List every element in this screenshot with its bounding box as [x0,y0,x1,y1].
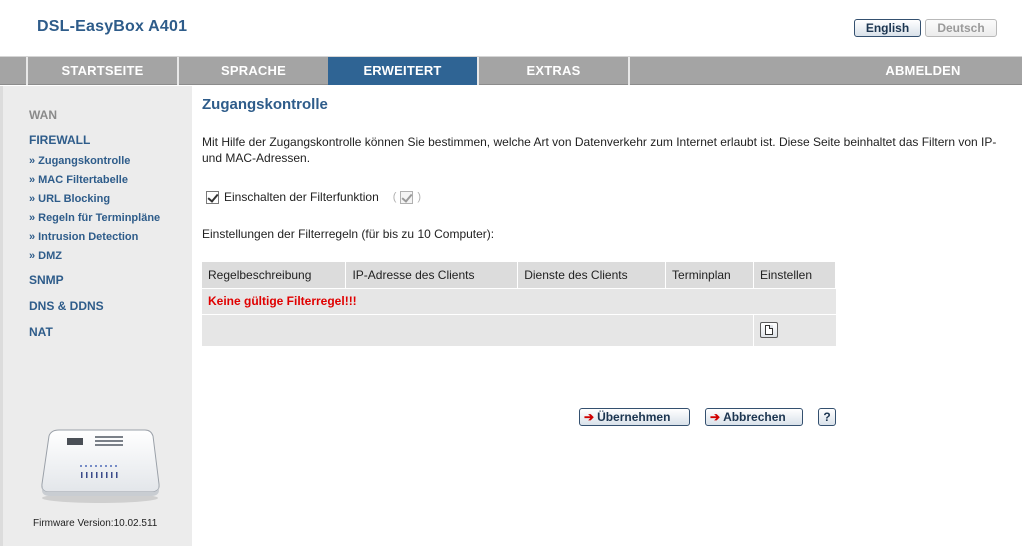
sidebar-subitem-dmz[interactable]: » DMZ [29,250,62,262]
bullet-icon: » [29,231,36,243]
sidebar-subitem-url-blocking[interactable]: » URL Blocking [29,193,110,205]
sidebar-subitem-mac-filtertabelle[interactable]: » MAC Filtertabelle [29,174,128,186]
table-header-row: Regelbeschreibung IP-Adresse des Clients… [202,262,836,289]
sidebar-item-wan[interactable]: WAN [29,108,57,122]
no-rules-message: Keine gültige Filterregel!!! [202,288,836,315]
sidebar-subitem-label: URL Blocking [38,193,111,205]
sidebar-subitem-label: Regeln für Terminpläne [38,212,161,224]
page-title: Zugangskontrolle [202,96,328,113]
brand-title: DSL-EasyBox A401 [37,18,188,35]
red-arrow-icon: ➔ [710,410,721,424]
bullet-icon: » [29,174,36,186]
sidebar-subitem-label: Intrusion Detection [38,231,139,243]
paren-open: ( [392,191,397,203]
column-header-client-services: Dienste des Clients [517,262,667,289]
sidebar-item-nat[interactable]: NAT [29,325,53,339]
nav-sprache[interactable]: SPRACHE [177,57,328,85]
bullet-icon: » [29,155,36,167]
firmware-version: Firmware Version:10.02.511 [33,518,158,529]
filter-status-checkbox [400,190,414,204]
bullet-icon: » [29,212,36,224]
add-rule-cell [753,314,836,347]
paren-close: ) [417,191,422,203]
sidebar-item-dns-ddns[interactable]: DNS & DDNS [29,299,104,313]
column-header-schedule: Terminplan [665,262,754,289]
column-header-client-ip: IP-Adresse des Clients [345,262,519,289]
filter-rules-table: Regelbeschreibung IP-Adresse des Clients… [202,262,836,347]
sidebar-subitem-label: DMZ [38,250,62,262]
nav-abmelden[interactable]: ABMELDEN [844,57,1002,85]
cancel-button[interactable]: ➔ Abbrechen [705,408,803,426]
help-button[interactable]: ? [818,408,836,426]
bullet-icon: » [29,250,36,262]
main-content: Zugangskontrolle Mit Hilfe der Zugangsko… [192,86,1022,546]
column-header-description: Regelbeschreibung [202,262,347,289]
deutsch-button[interactable]: Deutsch [925,19,997,37]
sidebar-item-snmp[interactable]: SNMP [29,273,64,287]
apply-label: Übernehmen [597,410,671,424]
sidebar-item-firewall[interactable]: FIREWALL [29,133,90,147]
sidebar: WAN FIREWALL » Zugangskontrolle » MAC Filt… [0,86,192,546]
router-device-icon [41,429,160,503]
apply-button[interactable]: ➔ Übernehmen [579,408,690,426]
nav-erweitert[interactable]: ERWEITERT [328,57,477,85]
sidebar-subitem-label: MAC Filtertabelle [38,174,128,186]
intro-text: Mit Hilfe der Zugangskontrolle können Si… [202,135,997,165]
nav-extras[interactable]: EXTRAS [477,57,628,85]
sidebar-subitem-zugangskontrolle[interactable]: » Zugangskontrolle [29,155,130,167]
main-nav: STARTSEITE SPRACHE ERWEITERT EXTRAS ABME… [0,57,1022,85]
enable-filter-row: Einschalten der Filterfunktion ( ) [206,189,421,205]
enable-filter-checkbox[interactable] [206,190,219,204]
enable-filter-label: Einschalten der Filterfunktion [224,190,379,204]
cancel-label: Abbrechen [723,410,786,424]
nav-separator [628,57,630,85]
settings-heading: Einstellungen der Filterregeln (für bis … [202,227,495,241]
column-header-settings: Einstellen [753,262,836,289]
new-document-icon[interactable] [760,322,778,338]
nav-startseite[interactable]: STARTSEITE [26,57,177,85]
table-row [202,314,836,347]
sidebar-subitem-intrusion-detection[interactable]: » Intrusion Detection [29,231,138,243]
sidebar-subitem-label: Zugangskontrolle [38,155,131,167]
empty-cell [202,314,754,347]
header: DSL-EasyBox A401 English Deutsch [0,0,1022,57]
table-row: Keine gültige Filterregel!!! [202,288,836,315]
english-button[interactable]: English [854,19,921,37]
bullet-icon: » [29,193,36,205]
red-arrow-icon: ➔ [584,410,595,424]
filter-status-indicator: ( ) [392,190,422,204]
sidebar-subitem-terminplaene[interactable]: » Regeln für Terminpläne [29,212,160,224]
